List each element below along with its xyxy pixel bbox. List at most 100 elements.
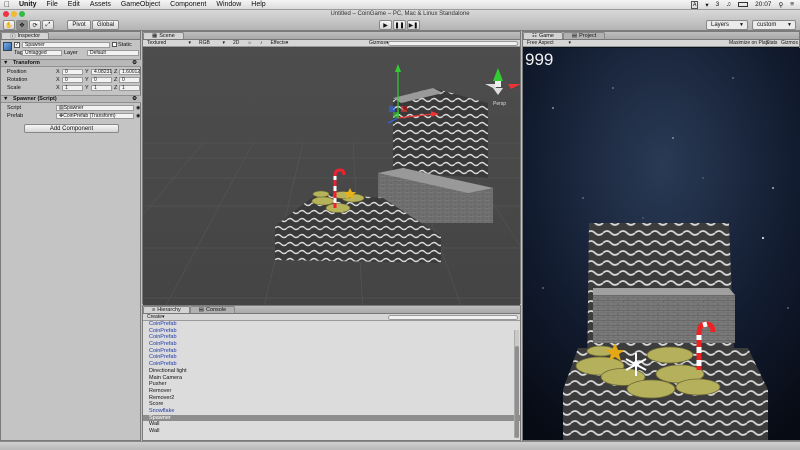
inspector-tab-label: Inspector [17, 33, 41, 39]
scrollbar-thumb[interactable] [515, 346, 519, 438]
status-count[interactable]: 3 [716, 1, 720, 8]
hierarchy-item[interactable]: CoinPrefab [143, 328, 520, 335]
position-z-field[interactable]: 1.60012 [119, 69, 140, 75]
shading-dropdown[interactable]: Textured ▾ [143, 40, 195, 46]
toggle-2d[interactable]: 2D [229, 40, 243, 46]
hierarchy-tab-label: Hierarchy [157, 307, 181, 313]
close-window-icon[interactable] [3, 11, 9, 17]
scene-viewport[interactable]: Persp [143, 48, 520, 311]
position-y-field[interactable]: 4.08231 [91, 69, 112, 75]
hierarchy-item[interactable]: Wall [143, 428, 520, 435]
pause-button[interactable]: ❚❚ [393, 20, 406, 30]
active-checkbox[interactable]: ✓ [14, 42, 20, 48]
tab-console[interactable]: ▤ Console [189, 306, 236, 313]
create-dropdown[interactable]: Create ▾ [143, 314, 169, 320]
hierarchy-item[interactable]: Directional light [143, 368, 520, 375]
static-checkbox[interactable] [112, 42, 117, 47]
menu-component[interactable]: Component [165, 1, 211, 8]
scale-z-field[interactable]: 1 [119, 85, 140, 91]
hierarchy-item[interactable]: Main Camera [143, 375, 520, 382]
script-field[interactable]: ▤ Spawner [56, 105, 134, 111]
menu-unity[interactable]: Unity [14, 1, 42, 8]
apple-icon[interactable]:  [0, 0, 14, 9]
game-gizmos-toggle[interactable]: Gizmos [777, 40, 800, 46]
rotation-x-field[interactable]: 0 [62, 77, 83, 83]
hierarchy-search-input[interactable] [388, 314, 518, 320]
rotation-z-field[interactable]: 0 [119, 77, 140, 83]
hierarchy-item[interactable]: CoinPrefab [143, 361, 520, 368]
battery-icon[interactable] [738, 2, 749, 7]
step-button[interactable]: ▶❚ [407, 20, 420, 30]
menu-edit[interactable]: Edit [63, 1, 85, 8]
transform-header[interactable]: ▼ Transform ⚙ [1, 59, 141, 67]
position-x-field[interactable]: 0 [62, 69, 83, 75]
zoom-window-icon[interactable] [19, 11, 25, 17]
scene-search-input[interactable] [388, 40, 518, 46]
hierarchy-item[interactable]: Remover [143, 388, 520, 395]
game-viewport[interactable]: 999 [523, 48, 800, 440]
volume-icon[interactable]: ♫ [726, 1, 731, 8]
hierarchy-item[interactable]: Pusher [143, 381, 520, 388]
chevron-down-icon: ▾ [188, 40, 191, 46]
gear-icon[interactable]: ⚙ [132, 60, 137, 66]
menu-gameobject[interactable]: GameObject [116, 1, 165, 8]
tab-hierarchy[interactable]: ≡ Hierarchy [143, 306, 190, 313]
x-axis-label: X [56, 85, 60, 91]
menu-help[interactable]: Help [246, 1, 270, 8]
gear-icon[interactable]: ⚙ [132, 96, 137, 102]
tab-inspector[interactable]: ⓘ Inspector [1, 32, 50, 40]
object-name-field[interactable]: Spawner [22, 42, 110, 48]
hierarchy-item[interactable]: Remover2 [143, 395, 520, 402]
scale-tool-button[interactable]: ⤢ [42, 20, 54, 30]
aspect-dropdown[interactable]: Free Aspect ▾ [523, 40, 575, 46]
tab-scene[interactable]: ▦ Scene [143, 32, 184, 39]
scene-lighting-toggle[interactable]: ☼ [243, 40, 256, 46]
move-tool-button[interactable]: ✥ [16, 20, 28, 30]
hierarchy-scrollbar[interactable] [514, 330, 519, 438]
hierarchy-item[interactable]: CoinPrefab [143, 348, 520, 355]
script-component-header[interactable]: ▼ Spawner (Script) ⚙ [1, 95, 141, 103]
scale-icon: ⤢ [45, 21, 51, 28]
menu-file[interactable]: File [42, 1, 63, 8]
search-icon[interactable]: ⚲ [778, 1, 783, 9]
play-button[interactable]: ▶ [379, 20, 392, 30]
keyboard-a-status[interactable]: A [691, 0, 699, 9]
effects-dropdown[interactable]: Effects ▾ [267, 40, 293, 46]
add-component-button[interactable]: Add Component [24, 124, 119, 133]
clock-text[interactable]: 20:07 [755, 1, 771, 8]
object-picker-icon[interactable]: ◉ [136, 105, 140, 111]
x-axis-label: X [56, 69, 60, 75]
hierarchy-item[interactable]: CoinPrefab [143, 354, 520, 361]
hierarchy-item[interactable]: CoinPrefab [143, 321, 520, 328]
hierarchy-item[interactable]: CoinPrefab [143, 341, 520, 348]
tag-dropdown[interactable]: Untagged [22, 50, 62, 56]
scale-y-field[interactable]: 1 [91, 85, 112, 91]
hierarchy-item[interactable]: Spawner [143, 414, 520, 422]
scene-audio-toggle[interactable]: ♪ [256, 40, 267, 46]
layers-dropdown[interactable]: Layers ▼ [706, 20, 748, 30]
prefab-field[interactable]: ✥ CoinPrefab (Transform) [56, 113, 134, 119]
render-mode-dropdown[interactable]: RGB ▾ [195, 40, 229, 46]
object-picker-icon[interactable]: ◉ [136, 113, 140, 119]
menu-window[interactable]: Window [211, 1, 246, 8]
minimize-window-icon[interactable] [11, 11, 17, 17]
shading-label: Textured [147, 40, 167, 46]
layout-dropdown[interactable]: custom ▼ [752, 20, 796, 30]
tab-project[interactable]: ▤ Project [562, 32, 606, 39]
hierarchy-item[interactable]: Score [143, 401, 520, 408]
hierarchy-item[interactable]: Wall [143, 421, 520, 428]
tab-game[interactable]: ☷ Game [523, 32, 563, 39]
hierarchy-item[interactable]: Snowflake [143, 408, 520, 415]
hierarchy-item[interactable]: CoinPrefab [143, 334, 520, 341]
hand-tool-button[interactable]: ✋ [3, 20, 15, 30]
scale-x-field[interactable]: 1 [62, 85, 83, 91]
wifi-icon[interactable]: ▾ [705, 1, 708, 9]
rotate-tool-button[interactable]: ⟳ [29, 20, 41, 30]
layer-dropdown[interactable]: Default [87, 50, 139, 56]
pivot-toggle[interactable]: Pivot [67, 20, 91, 30]
global-toggle[interactable]: Global [92, 20, 119, 30]
pause-icon: ❚❚ [394, 22, 405, 29]
list-icon[interactable]: ≡ [790, 1, 794, 8]
menu-assets[interactable]: Assets [85, 1, 116, 8]
rotation-y-field[interactable]: 0 [91, 77, 112, 83]
